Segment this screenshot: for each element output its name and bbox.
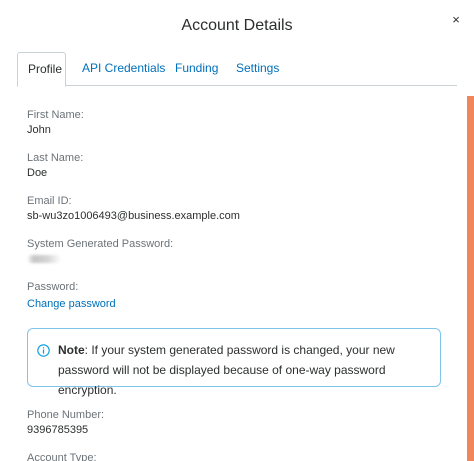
first-name-value: John <box>27 124 51 136</box>
change-password-link[interactable]: Change password <box>27 298 116 310</box>
account-details-modal: Account Details × Profile API Credential… <box>0 0 474 461</box>
account-type-label: Account Type: <box>27 452 97 461</box>
generated-password-label: System Generated Password: <box>27 238 174 250</box>
tab-api-credentials[interactable]: API Credentials <box>72 52 175 86</box>
scroll-accent-strip <box>467 96 474 461</box>
email-value: sb-wu3zo1006493@business.example.com <box>27 210 240 222</box>
note-heading: Note <box>58 343 85 357</box>
last-name-label: Last Name: <box>27 152 84 164</box>
email-label: Email ID: <box>27 195 72 207</box>
note-body: : If your system generated password is c… <box>58 343 395 397</box>
tab-bar: Profile API Credentials Funding Settings <box>17 52 457 87</box>
close-icon[interactable]: × <box>449 13 463 27</box>
password-label: Password: <box>27 281 79 293</box>
info-icon <box>37 344 50 357</box>
masked-password <box>27 255 61 263</box>
last-name-value: Doe <box>27 167 48 179</box>
tab-settings[interactable]: Settings <box>226 52 289 86</box>
note-text: Note: If your system generated password … <box>58 340 428 400</box>
first-name-label: First Name: <box>27 109 84 121</box>
modal-title: Account Details <box>181 17 293 34</box>
tab-profile[interactable]: Profile <box>17 52 66 87</box>
phone-label: Phone Number: <box>27 409 105 421</box>
tab-funding[interactable]: Funding <box>165 52 228 86</box>
info-note: Note: If your system generated password … <box>27 328 441 397</box>
phone-value: 9396785395 <box>27 424 89 436</box>
